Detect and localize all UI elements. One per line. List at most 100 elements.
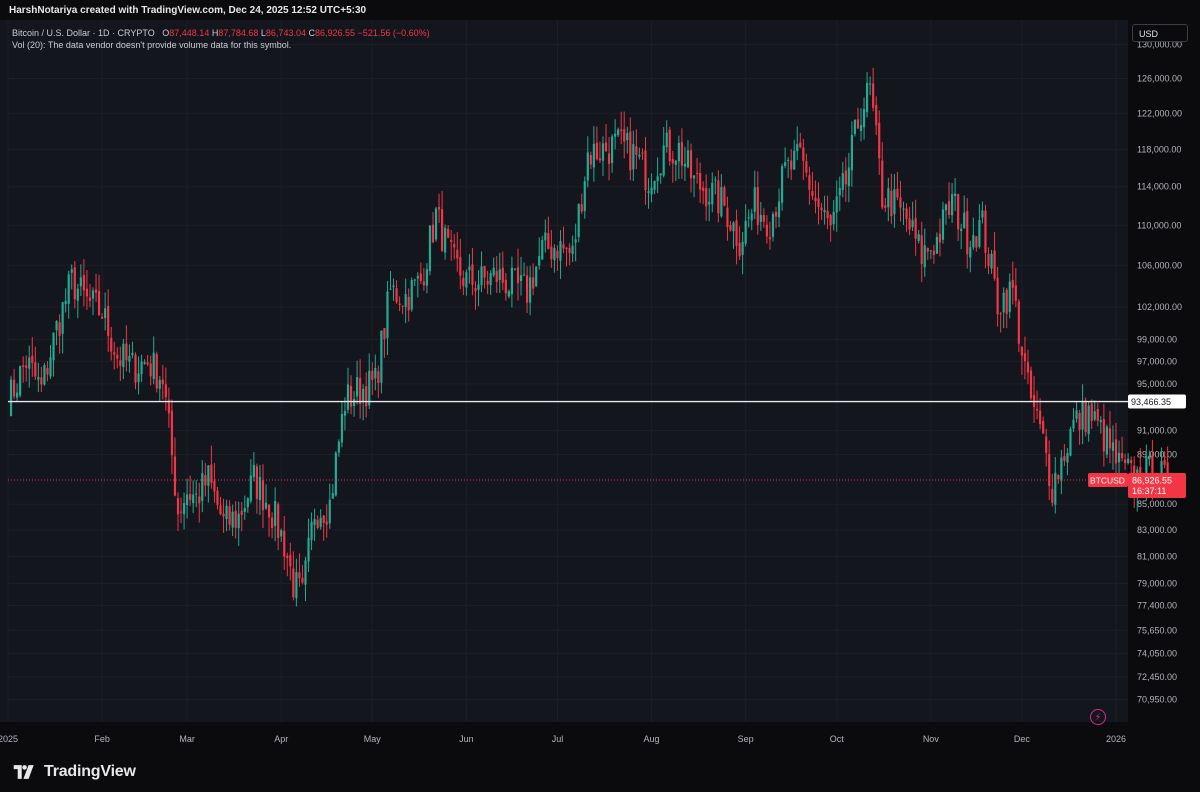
candle-body — [908, 218, 911, 230]
candle-body — [586, 152, 589, 181]
candle-body — [938, 233, 942, 243]
candle-body — [1102, 419, 1105, 452]
candle-body — [1081, 402, 1084, 430]
candle-body — [993, 250, 996, 279]
candle-body — [161, 379, 164, 385]
candle-body — [389, 288, 392, 290]
candle-body — [243, 508, 246, 512]
candle-body — [25, 365, 28, 368]
candle-body — [525, 275, 529, 303]
candle-body — [847, 167, 850, 187]
candle-body — [562, 244, 565, 249]
candle-body — [929, 250, 932, 252]
candle-body — [444, 227, 447, 253]
tradingview-logo-icon — [13, 765, 34, 779]
price-chart[interactable]: 130,000.00126,000.00122,000.00118,000.00… — [0, 20, 1200, 752]
candle-body — [398, 303, 401, 305]
candle-body — [352, 399, 356, 407]
candle-body — [1008, 281, 1011, 312]
candle-body — [1078, 412, 1081, 430]
candle-body — [113, 352, 116, 355]
candle-body — [872, 83, 875, 108]
candle-body — [19, 366, 22, 396]
candle-body — [935, 236, 938, 254]
candle-body — [614, 133, 617, 137]
candle-body — [416, 275, 419, 279]
candle-body — [644, 150, 647, 191]
candle-body — [283, 530, 286, 557]
x-tick-label: Apr — [274, 734, 288, 744]
candle-body — [941, 209, 945, 240]
candle-body — [504, 280, 507, 294]
candle-body — [1087, 405, 1090, 435]
candle-body — [720, 186, 723, 217]
candle-body — [668, 129, 671, 162]
candle-body — [944, 204, 948, 211]
candle-body — [966, 210, 969, 255]
candle-body — [787, 159, 790, 161]
candle-body — [950, 194, 954, 216]
candle-body — [495, 270, 498, 282]
candle-body — [541, 240, 544, 260]
candle-body — [146, 362, 149, 365]
candle-body — [771, 213, 775, 237]
candle-body — [777, 201, 781, 218]
tradingview-logo[interactable]: TradingView — [10, 762, 136, 782]
candle-body — [43, 365, 46, 385]
candle-body — [58, 322, 61, 336]
candle-body — [1002, 292, 1005, 313]
candle-body — [1011, 279, 1014, 288]
candle-body — [759, 214, 762, 222]
candle-body — [607, 153, 611, 164]
candle-body — [774, 212, 778, 217]
candle-body — [1029, 370, 1033, 399]
candle-body — [340, 413, 344, 443]
candle-body — [513, 268, 517, 270]
candle-body — [990, 253, 993, 269]
candle-body — [1051, 488, 1054, 503]
candle-body — [313, 519, 316, 525]
candle-body — [671, 158, 674, 164]
candle-body — [456, 249, 459, 259]
candle-body — [656, 176, 659, 182]
lightning-icon[interactable]: ⚡︎ — [1090, 709, 1106, 725]
candle-body — [1069, 428, 1072, 456]
currency-button[interactable]: USD — [1132, 24, 1188, 42]
candle-body — [91, 290, 95, 299]
candle-body — [747, 217, 750, 219]
candle-body — [343, 411, 347, 416]
candle-body — [1026, 362, 1030, 373]
candle-body — [125, 343, 128, 361]
candle-body — [686, 150, 690, 168]
candle-body — [401, 305, 404, 307]
y-tick-label: 85,000.00 — [1137, 499, 1177, 509]
candle-body — [662, 145, 665, 176]
candle-body — [164, 384, 167, 398]
candle-body — [535, 266, 538, 287]
candle-body — [131, 352, 134, 356]
candle-body — [753, 187, 756, 212]
symbol-tag: BTCUSD — [1090, 476, 1125, 486]
candle-body — [134, 354, 137, 383]
candle-body — [271, 517, 274, 529]
candle-body — [16, 392, 19, 398]
y-tick-label: 72,450.00 — [1137, 672, 1177, 682]
candle-body — [498, 269, 501, 280]
candle-body — [1048, 454, 1051, 487]
x-tick-label: Oct — [830, 734, 845, 744]
candle-body — [881, 160, 884, 208]
candle-body — [805, 161, 808, 173]
candle-body — [219, 505, 222, 515]
candle-body — [76, 288, 79, 301]
candle-body — [568, 248, 571, 254]
candle-body — [176, 498, 180, 515]
candle-body — [926, 248, 929, 252]
candle-body — [277, 504, 280, 539]
candle-body — [629, 131, 632, 171]
candle-body — [814, 197, 817, 202]
candle-body — [1014, 285, 1017, 301]
candle-body — [22, 365, 25, 367]
candle-body — [158, 379, 161, 389]
candle-body — [246, 498, 249, 508]
chart-area[interactable]: 130,000.00 126,000.00 122,000.00 118,000.00… — [0, 20, 1200, 752]
